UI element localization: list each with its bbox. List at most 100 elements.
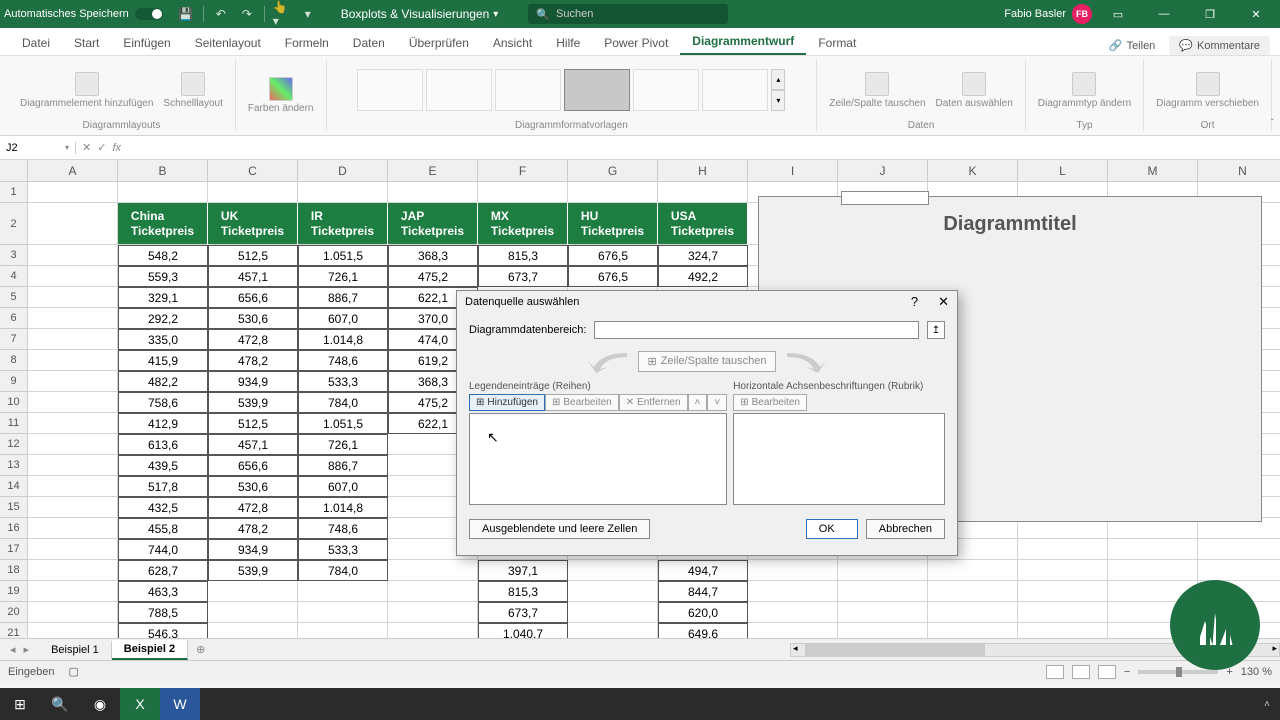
row-headers[interactable]: 123456789101112131415161718192021 [0, 182, 28, 638]
qat-more-icon[interactable]: ▾ [299, 5, 317, 23]
name-box[interactable]: J2▾ [0, 142, 76, 154]
undo-icon[interactable]: ↶ [212, 5, 230, 23]
cancel-formula-icon[interactable]: ✕ [82, 141, 91, 154]
change-colors-button[interactable]: Farben ändern [244, 75, 318, 116]
data-cell[interactable] [298, 623, 388, 638]
normal-view-icon[interactable] [1046, 665, 1064, 679]
toggle-icon[interactable] [135, 8, 163, 20]
maximize-button[interactable]: ❐ [1190, 0, 1230, 28]
row-header-2[interactable]: 2 [0, 203, 27, 245]
data-cell[interactable]: 758,6 [118, 392, 208, 413]
obs-icon[interactable]: ◉ [80, 688, 120, 720]
data-cell[interactable] [568, 623, 658, 638]
save-icon[interactable]: 💾 [177, 5, 195, 23]
move-up-button[interactable]: ˄ [688, 394, 708, 411]
col-header-K[interactable]: K [928, 160, 1018, 181]
quick-layout-button[interactable]: Schnelllayout [159, 70, 226, 111]
ribbon-mode-icon[interactable]: ▭ [1098, 0, 1138, 28]
row-header-20[interactable]: 20 [0, 602, 27, 623]
sheet-tab-2[interactable]: Beispiel 2 [112, 640, 188, 660]
style-6[interactable] [702, 69, 768, 111]
row-header-11[interactable]: 11 [0, 413, 27, 434]
axis-labels-list[interactable] [733, 413, 945, 505]
data-cell[interactable]: 607,0 [298, 476, 388, 497]
data-cell[interactable]: 649,6 [658, 623, 748, 638]
row-header-15[interactable]: 15 [0, 497, 27, 518]
close-button[interactable]: ✕ [1236, 0, 1276, 28]
data-cell[interactable]: 457,1 [208, 434, 298, 455]
data-cell[interactable] [388, 623, 478, 638]
start-button[interactable]: ⊞ [0, 688, 40, 720]
column-headers[interactable]: ABCDEFGHIJKLMN [28, 160, 1280, 182]
row-header-14[interactable]: 14 [0, 476, 27, 497]
data-cell[interactable]: 788,5 [118, 602, 208, 623]
row-header-7[interactable]: 7 [0, 329, 27, 350]
remove-series-button[interactable]: ✕ Entfernen [619, 394, 688, 411]
tab-daten[interactable]: Daten [341, 31, 397, 55]
data-cell[interactable]: 482,2 [118, 371, 208, 392]
dialog-close-icon[interactable]: ✕ [938, 294, 949, 310]
row-header-8[interactable]: 8 [0, 350, 27, 371]
data-cell[interactable]: 1.040,7 [478, 623, 568, 638]
minimize-button[interactable]: — [1144, 0, 1184, 28]
data-cell[interactable]: 673,7 [478, 602, 568, 623]
data-cell[interactable] [388, 602, 478, 623]
comments-button[interactable]: 💬 Kommentare [1169, 36, 1270, 55]
excel-taskbar-icon[interactable]: X [120, 688, 160, 720]
row-header-13[interactable]: 13 [0, 455, 27, 476]
data-cell[interactable]: 1.051,5 [298, 245, 388, 266]
data-cell[interactable]: 844,7 [658, 581, 748, 602]
data-cell[interactable]: 744,0 [118, 539, 208, 560]
row-header-9[interactable]: 9 [0, 371, 27, 392]
style-2[interactable] [426, 69, 492, 111]
change-chart-type-button[interactable]: Diagrammtyp ändern [1034, 70, 1135, 111]
col-header-I[interactable]: I [748, 160, 838, 181]
data-cell[interactable]: 815,3 [478, 245, 568, 266]
row-header-17[interactable]: 17 [0, 539, 27, 560]
data-cell[interactable] [298, 602, 388, 623]
table-header[interactable]: UKTicketpreis [208, 203, 298, 245]
data-cell[interactable] [208, 623, 298, 638]
col-header-G[interactable]: G [568, 160, 658, 181]
add-chart-element-button[interactable]: Diagrammelement hinzufügen [16, 70, 157, 111]
row-header-6[interactable]: 6 [0, 308, 27, 329]
row-header-21[interactable]: 21 [0, 623, 27, 638]
table-header[interactable]: HUTicketpreis [568, 203, 658, 245]
data-cell[interactable]: 656,6 [208, 455, 298, 476]
gallery-up-icon[interactable]: ▴ [771, 69, 785, 90]
data-cell[interactable]: 512,5 [208, 413, 298, 434]
data-cell[interactable]: 628,7 [118, 560, 208, 581]
data-cell[interactable]: 726,1 [298, 434, 388, 455]
row-header-10[interactable]: 10 [0, 392, 27, 413]
data-cell[interactable]: 548,2 [118, 245, 208, 266]
data-cell[interactable]: 1.051,5 [298, 413, 388, 434]
data-cell[interactable]: 886,7 [298, 287, 388, 308]
chart-styles-gallery[interactable]: ▴ ▾ [357, 69, 785, 111]
dialog-help-icon[interactable]: ? [911, 294, 918, 310]
data-cell[interactable]: 335,0 [118, 329, 208, 350]
data-cell[interactable]: 1.014,8 [298, 329, 388, 350]
tab-diagrammentwurf[interactable]: Diagrammentwurf [680, 29, 806, 55]
move-chart-button[interactable]: Diagramm verschieben [1152, 70, 1263, 111]
col-header-D[interactable]: D [298, 160, 388, 181]
data-cell[interactable] [568, 602, 658, 623]
chart-title[interactable]: Diagrammtitel [759, 213, 1261, 236]
data-cell[interactable]: 784,0 [298, 560, 388, 581]
tab-formeln[interactable]: Formeln [273, 31, 341, 55]
tab-format[interactable]: Format [806, 31, 868, 55]
row-header-3[interactable]: 3 [0, 245, 27, 266]
style-5[interactable] [633, 69, 699, 111]
data-cell[interactable]: 324,7 [658, 245, 748, 266]
formula-input[interactable] [127, 142, 1280, 154]
data-cell[interactable]: 530,6 [208, 308, 298, 329]
tab-powerpivot[interactable]: Power Pivot [592, 31, 680, 55]
col-header-A[interactable]: A [28, 160, 118, 181]
chart-selection-handle[interactable] [841, 191, 929, 205]
row-header-18[interactable]: 18 [0, 560, 27, 581]
data-cell[interactable]: 934,9 [208, 371, 298, 392]
data-cell[interactable]: 886,7 [298, 455, 388, 476]
avatar[interactable]: FB [1072, 4, 1092, 24]
data-cell[interactable]: 472,8 [208, 329, 298, 350]
autosave-toggle[interactable]: Automatisches Speichern [4, 8, 163, 20]
data-cell[interactable]: 533,3 [298, 539, 388, 560]
